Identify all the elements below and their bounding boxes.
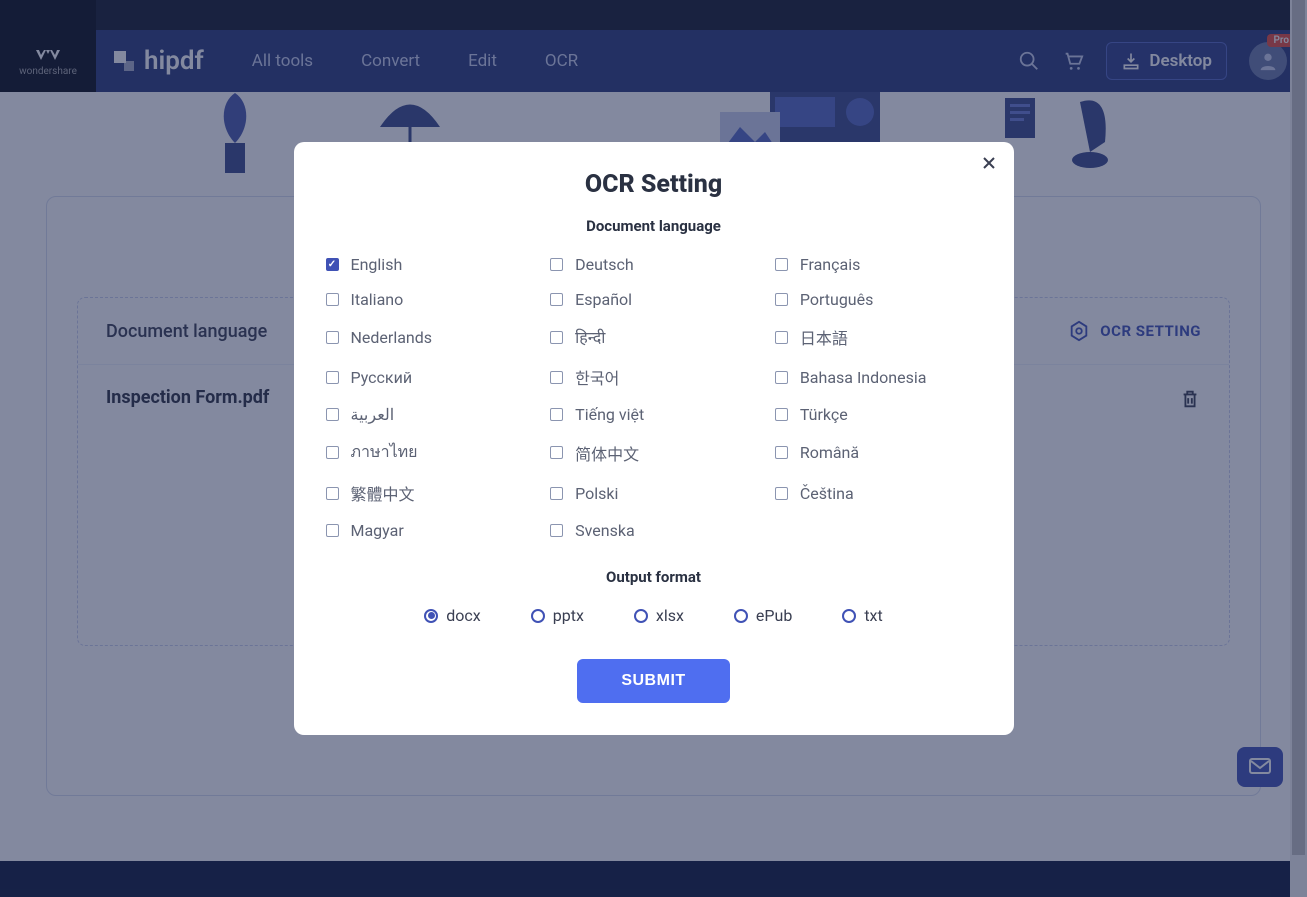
language-option[interactable]: العربية bbox=[326, 405, 533, 424]
checkbox[interactable] bbox=[326, 408, 339, 421]
language-option[interactable]: 繁體中文 bbox=[326, 481, 533, 505]
format-option[interactable]: txt bbox=[842, 606, 882, 625]
checkbox[interactable] bbox=[550, 293, 563, 306]
language-option[interactable]: Română bbox=[775, 440, 982, 465]
modal-title: OCR Setting bbox=[318, 170, 990, 199]
format-label: txt bbox=[864, 606, 882, 625]
format-option[interactable]: docx bbox=[424, 606, 480, 625]
language-label: Italiano bbox=[351, 290, 404, 309]
language-option[interactable]: 简体中文 bbox=[550, 440, 757, 465]
language-grid: English Deutsch Français Italiano Español Por… bbox=[318, 255, 990, 540]
language-label: Türkçe bbox=[800, 405, 848, 424]
checkbox[interactable] bbox=[775, 258, 788, 271]
language-option[interactable]: Svenska bbox=[550, 521, 757, 540]
radio[interactable] bbox=[634, 609, 648, 623]
checkbox[interactable] bbox=[775, 487, 788, 500]
checkbox[interactable] bbox=[326, 487, 339, 500]
checkbox[interactable] bbox=[326, 371, 339, 384]
close-icon bbox=[982, 156, 996, 170]
language-label: Português bbox=[800, 290, 874, 309]
language-option[interactable]: Italiano bbox=[326, 290, 533, 309]
language-label: Français bbox=[800, 255, 861, 274]
language-option[interactable]: Português bbox=[775, 290, 982, 309]
checkbox[interactable] bbox=[550, 524, 563, 537]
checkbox[interactable] bbox=[550, 258, 563, 271]
checkbox[interactable] bbox=[326, 293, 339, 306]
radio[interactable] bbox=[531, 609, 545, 623]
language-option[interactable]: Русский bbox=[326, 365, 533, 389]
format-label: xlsx bbox=[656, 606, 684, 625]
checkbox[interactable] bbox=[326, 258, 339, 271]
language-label: Čeština bbox=[800, 484, 854, 503]
language-option[interactable]: Deutsch bbox=[550, 255, 757, 274]
format-label: pptx bbox=[553, 606, 584, 625]
checkbox[interactable] bbox=[326, 446, 339, 459]
language-option[interactable]: 日本語 bbox=[775, 325, 982, 349]
language-label: Română bbox=[800, 443, 859, 462]
language-label: 日本語 bbox=[800, 325, 848, 349]
language-label: ภาษาไทย bbox=[351, 440, 418, 465]
radio[interactable] bbox=[424, 609, 438, 623]
format-option[interactable]: ePub bbox=[734, 606, 792, 625]
checkbox[interactable] bbox=[550, 371, 563, 384]
language-label: Español bbox=[575, 290, 632, 309]
output-format-title: Output format bbox=[318, 568, 990, 586]
format-label: docx bbox=[446, 606, 480, 625]
output-format-row: docx pptx xlsx ePub txt bbox=[318, 606, 990, 625]
close-button[interactable] bbox=[982, 156, 996, 170]
language-label: Bahasa Indonesia bbox=[800, 368, 927, 387]
language-option[interactable]: Español bbox=[550, 290, 757, 309]
language-option[interactable]: Magyar bbox=[326, 521, 533, 540]
checkbox[interactable] bbox=[775, 293, 788, 306]
checkbox[interactable] bbox=[775, 408, 788, 421]
doc-lang-title: Document language bbox=[318, 217, 990, 235]
language-label: 한국어 bbox=[575, 365, 619, 389]
language-option[interactable]: Čeština bbox=[775, 481, 982, 505]
language-option[interactable]: Tiếng việt bbox=[550, 405, 757, 424]
language-label: Deutsch bbox=[575, 255, 633, 274]
language-label: Polski bbox=[575, 484, 618, 503]
checkbox[interactable] bbox=[550, 487, 563, 500]
format-option[interactable]: xlsx bbox=[634, 606, 684, 625]
language-option[interactable]: English bbox=[326, 255, 533, 274]
language-option[interactable]: Polski bbox=[550, 481, 757, 505]
language-label: 繁體中文 bbox=[351, 481, 415, 505]
checkbox[interactable] bbox=[550, 408, 563, 421]
ocr-setting-modal: OCR Setting Document language English Deu… bbox=[294, 142, 1014, 735]
submit-button[interactable]: SUBMIT bbox=[577, 659, 729, 703]
language-label: Magyar bbox=[351, 521, 404, 540]
language-label: Русский bbox=[351, 368, 413, 387]
language-option[interactable]: Bahasa Indonesia bbox=[775, 365, 982, 389]
language-option[interactable]: हिन्दी bbox=[550, 325, 757, 349]
checkbox[interactable] bbox=[550, 446, 563, 459]
language-option[interactable]: Türkçe bbox=[775, 405, 982, 424]
radio[interactable] bbox=[842, 609, 856, 623]
language-label: Tiếng việt bbox=[575, 405, 644, 424]
language-option[interactable]: Français bbox=[775, 255, 982, 274]
language-label: Nederlands bbox=[351, 328, 433, 347]
checkbox[interactable] bbox=[775, 331, 788, 344]
language-label: 简体中文 bbox=[575, 441, 639, 465]
language-label: English bbox=[351, 255, 403, 274]
format-label: ePub bbox=[756, 606, 792, 625]
checkbox[interactable] bbox=[775, 446, 788, 459]
checkbox[interactable] bbox=[326, 524, 339, 537]
checkbox[interactable] bbox=[326, 331, 339, 344]
format-option[interactable]: pptx bbox=[531, 606, 584, 625]
radio[interactable] bbox=[734, 609, 748, 623]
language-option[interactable]: ภาษาไทย bbox=[326, 440, 533, 465]
checkbox[interactable] bbox=[775, 371, 788, 384]
language-label: हिन्दी bbox=[575, 326, 605, 348]
language-label: العربية bbox=[351, 405, 395, 424]
language-option[interactable]: Nederlands bbox=[326, 325, 533, 349]
language-option[interactable]: 한국어 bbox=[550, 365, 757, 389]
checkbox[interactable] bbox=[550, 331, 563, 344]
language-label: Svenska bbox=[575, 521, 635, 540]
